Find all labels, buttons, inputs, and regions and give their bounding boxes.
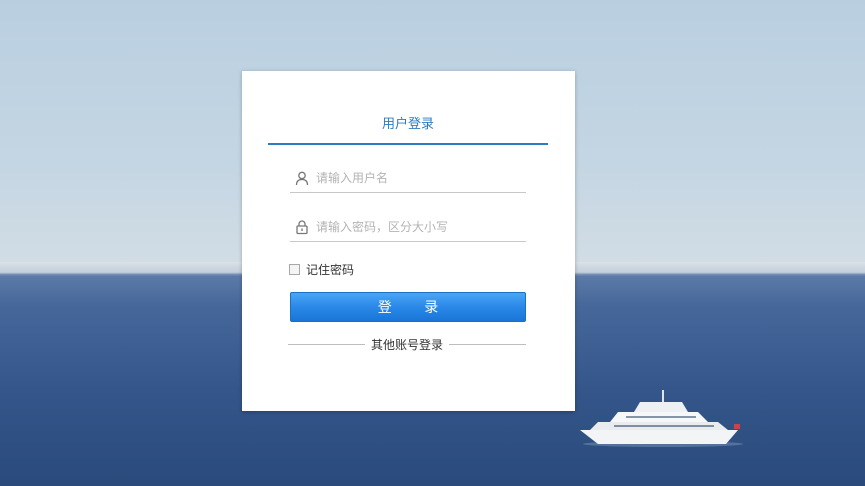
remember-checkbox[interactable] [289,263,300,275]
login-title: 用户登录 [381,117,434,132]
lock-icon [296,220,308,235]
password-field [290,213,526,242]
password-input[interactable] [316,217,516,237]
other-login-link[interactable]: 其他账号登录 [365,336,449,353]
user-icon [295,171,309,186]
login-card: 用户登录 记住密码 登 录 其他账号登录 [242,71,575,411]
login-button[interactable]: 登 录 [290,292,526,322]
title-underline [268,143,548,145]
username-field [290,164,526,193]
other-login-divider: 其他账号登录 [288,336,527,353]
divider-line-right [449,343,527,345]
remember-label: 记住密码 [306,262,355,277]
username-input[interactable] [316,168,516,188]
divider-line-left [288,343,365,345]
remember-password[interactable]: 记住密码 [289,261,354,277]
yacht-image [580,390,743,447]
